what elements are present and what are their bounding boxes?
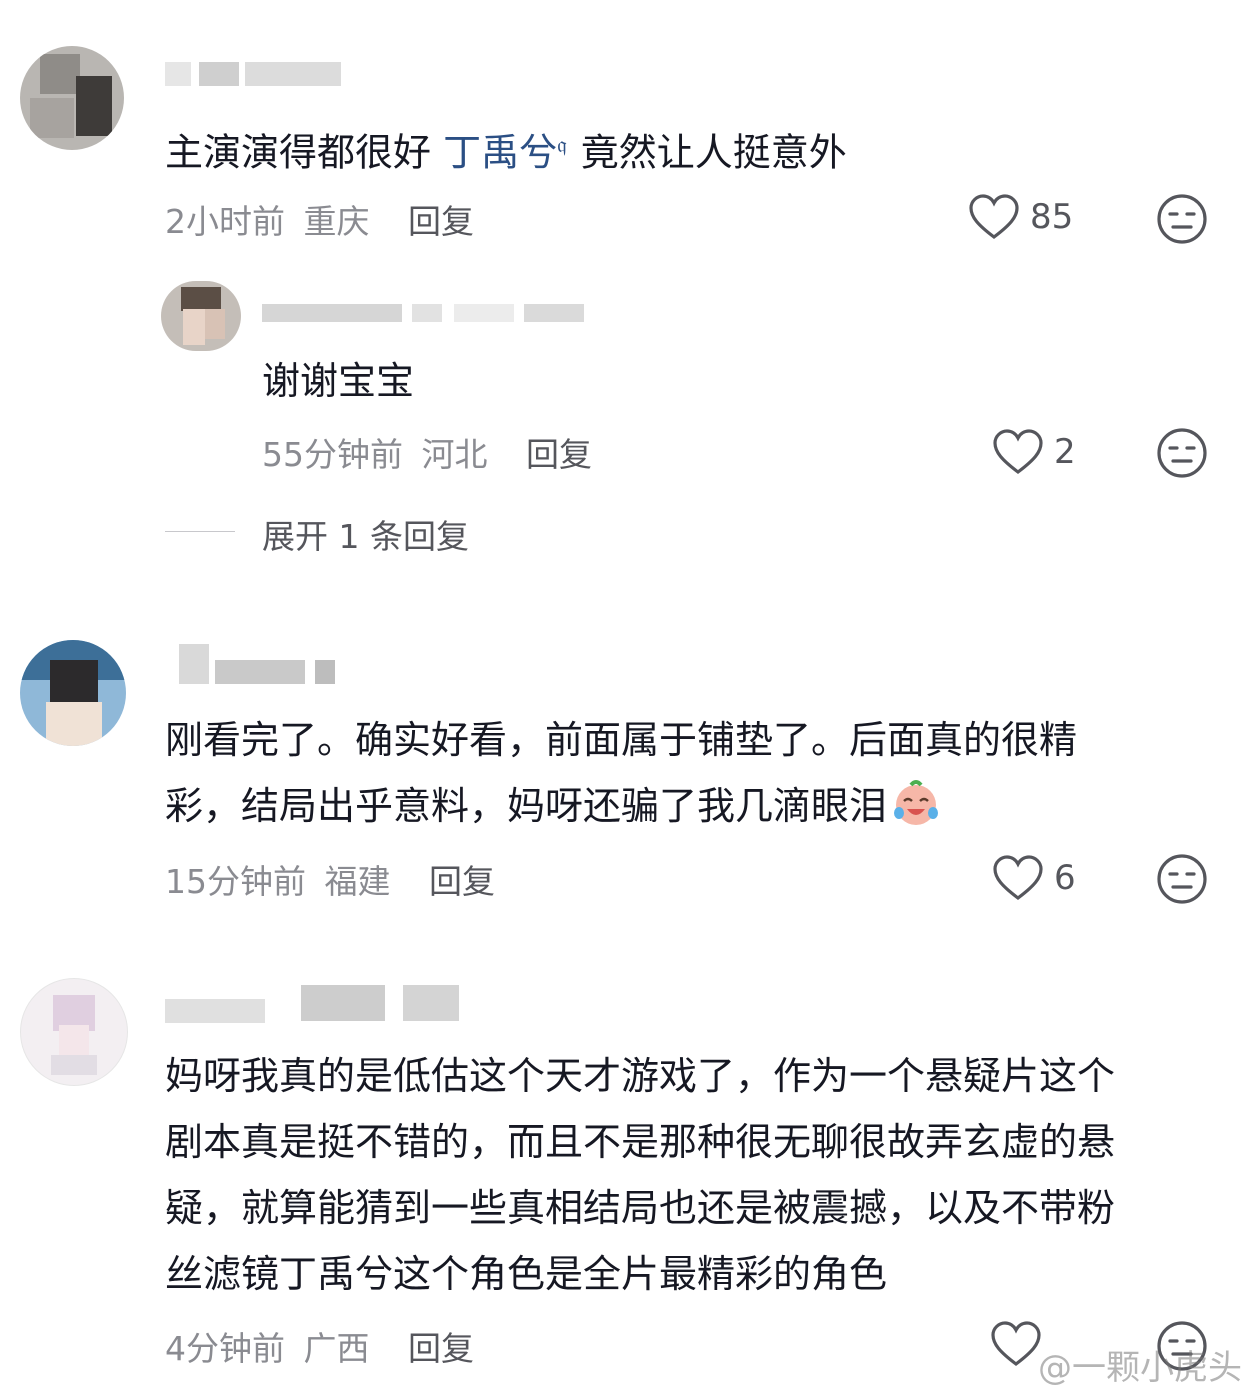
like-button[interactable]: 2	[992, 428, 1076, 476]
comment-location: 重庆	[303, 202, 370, 241]
comment-text: 谢谢宝宝	[262, 359, 415, 403]
avatar[interactable]	[161, 281, 241, 351]
mention-link[interactable]: 丁禹兮	[443, 131, 557, 175]
comment-text-part: 主演演得都很好	[165, 130, 444, 175]
comment-line: 丝滤镜丁禹兮这个角色是全片最精彩的角色	[165, 1252, 888, 1296]
like-count: 85	[1030, 197, 1074, 237]
reply-button[interactable]: 回复	[429, 862, 495, 901]
comment-line: 疑，就算能猜到一些真相结局也还是被震撼，以及不带粉	[165, 1186, 1116, 1230]
like-button[interactable]: 85	[968, 193, 1073, 241]
heart-icon	[993, 429, 1043, 475]
reply-button[interactable]: 回复	[408, 1329, 474, 1368]
watermark: @一颗小虎头	[1038, 1348, 1242, 1388]
comment-time: 2小时前	[165, 202, 285, 241]
comment-location: 广西	[303, 1329, 370, 1368]
comment-time: 4分钟前	[165, 1329, 285, 1368]
expand-replies-button[interactable]: 展开 1 条回复	[262, 510, 469, 558]
heart-icon	[993, 855, 1043, 901]
meh-face-icon[interactable]	[1156, 427, 1208, 479]
comment-text-part: 竟然让人挺意外	[580, 130, 847, 175]
comment-text: 主演演得都很好 丁禹兮𝔮 竟然让人挺意外	[165, 113, 847, 186]
comment-meta: 4分钟前 广西 回复	[165, 1322, 474, 1370]
crying-laughing-emoji	[894, 780, 939, 825]
comment-line: 妈呀我真的是低估这个天才游戏了，作为一个悬疑片这个	[165, 1054, 1116, 1098]
meh-face-icon[interactable]	[1156, 853, 1208, 905]
meh-face-icon[interactable]	[1156, 193, 1208, 245]
username-blurred[interactable]	[165, 62, 345, 96]
heart-icon	[969, 194, 1019, 240]
comment-line: 剧本真是挺不错的，而且不是那种很无聊很故弄玄虚的悬	[165, 1120, 1116, 1164]
comment-text: 妈呀我真的是低估这个天才游戏了，作为一个悬疑片这个 剧本真是挺不错的，而且不是那…	[165, 1043, 1115, 1307]
comment-time: 55分钟前	[262, 435, 403, 474]
comment-location: 福建	[324, 862, 391, 901]
heart-icon	[991, 1321, 1041, 1367]
comment-time: 15分钟前	[165, 862, 306, 901]
expand-divider	[165, 531, 235, 532]
reply-button[interactable]: 回复	[526, 435, 592, 474]
avatar[interactable]	[20, 46, 124, 150]
comment-line: 刚看完了。确实好看，前面属于铺垫了。后面真的很精	[165, 718, 1078, 762]
avatar[interactable]	[20, 640, 126, 746]
comment-line-text: 彩，结局出乎意料，妈呀还骗了我几滴眼泪	[165, 784, 888, 828]
comment-meta: 2小时前 重庆 回复	[165, 195, 474, 243]
like-button[interactable]: 6	[992, 854, 1076, 902]
reply-button[interactable]: 回复	[408, 202, 474, 241]
comment-line: 彩，结局出乎意料，妈呀还骗了我几滴眼泪	[165, 773, 1077, 839]
comment-text: 刚看完了。确实好看，前面属于铺垫了。后面真的很精 彩，结局出乎意料，妈呀还骗了我…	[165, 707, 1077, 839]
username-blurred[interactable]	[165, 985, 495, 1023]
avatar[interactable]	[20, 978, 128, 1086]
comment-meta: 15分钟前 福建 回复	[165, 855, 495, 903]
search-icon[interactable]: 𝔮	[557, 133, 567, 158]
comment-location: 河北	[421, 435, 488, 474]
comment-meta: 55分钟前 河北 回复	[262, 428, 592, 476]
username-blurred[interactable]	[165, 644, 345, 684]
like-count: 2	[1054, 432, 1076, 472]
like-count: 6	[1054, 858, 1076, 898]
username-blurred[interactable]	[262, 300, 586, 334]
